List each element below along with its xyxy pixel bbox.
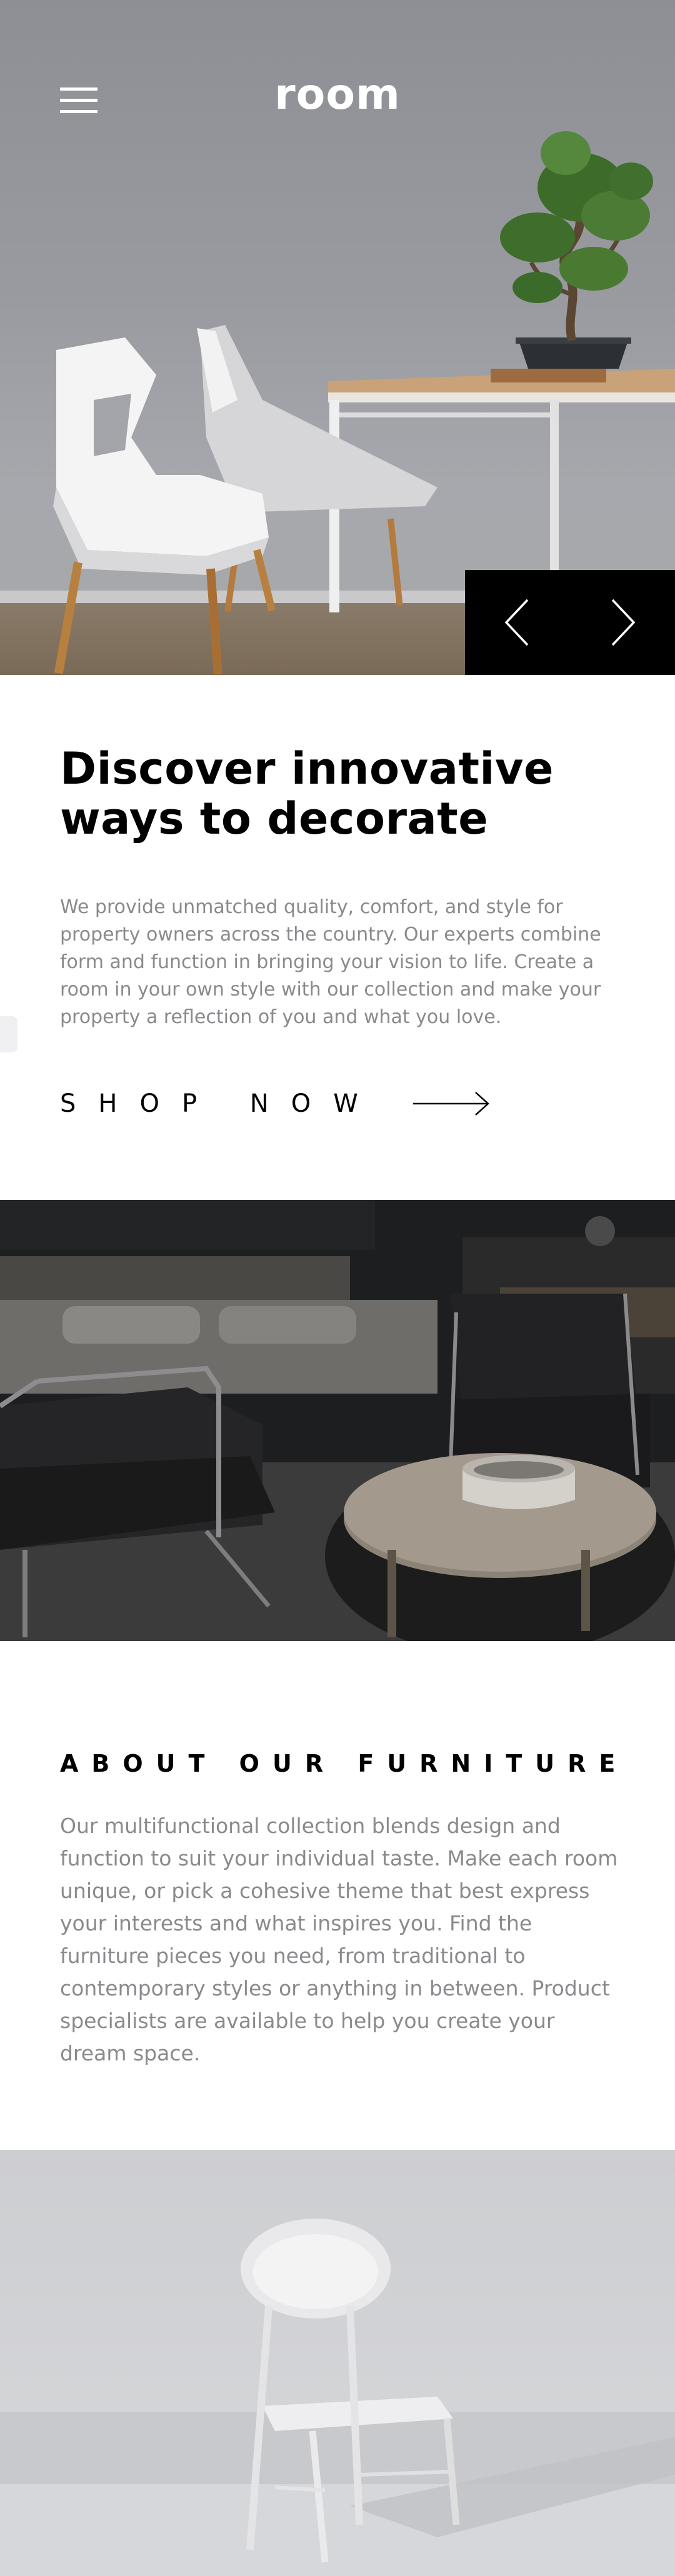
light-chair-photo: [0, 2150, 675, 2576]
slider-next-button[interactable]: [570, 570, 675, 675]
about-body: Our multifunctional collection blends de…: [60, 1814, 618, 2065]
intro-title: Discover innovative ways to decorate: [60, 743, 554, 844]
slider-nav: [465, 570, 675, 675]
arrow-right-icon: [413, 1092, 489, 1116]
shop-now-link[interactable]: SHOP NOW: [60, 1085, 498, 1122]
about-title: ABOUT OUR FURNITURE: [60, 1750, 629, 1777]
chair-illustration: [53, 325, 438, 675]
bonsai-illustration: [491, 131, 653, 382]
shop-now-label: SHOP NOW: [60, 1089, 381, 1118]
hero-section: room: [0, 0, 675, 675]
intro-body: We provide unmatched quality, comfort, a…: [60, 896, 601, 1028]
chevron-left-icon: [504, 599, 529, 646]
white-chair-illustration: [0, 2219, 675, 2576]
living-room-illustration: [0, 1200, 675, 1641]
intro-section: Discover innovative ways to decorate We …: [0, 675, 675, 1200]
site-logo[interactable]: room: [0, 70, 675, 119]
slider-prev-button[interactable]: [465, 570, 570, 675]
chevron-right-icon: [611, 599, 636, 646]
about-section: ABOUT OUR FURNITURE Our multifunctional …: [0, 1641, 675, 2150]
dark-interior-photo: [0, 1200, 675, 1641]
side-tab-handle[interactable]: [0, 1016, 18, 1052]
